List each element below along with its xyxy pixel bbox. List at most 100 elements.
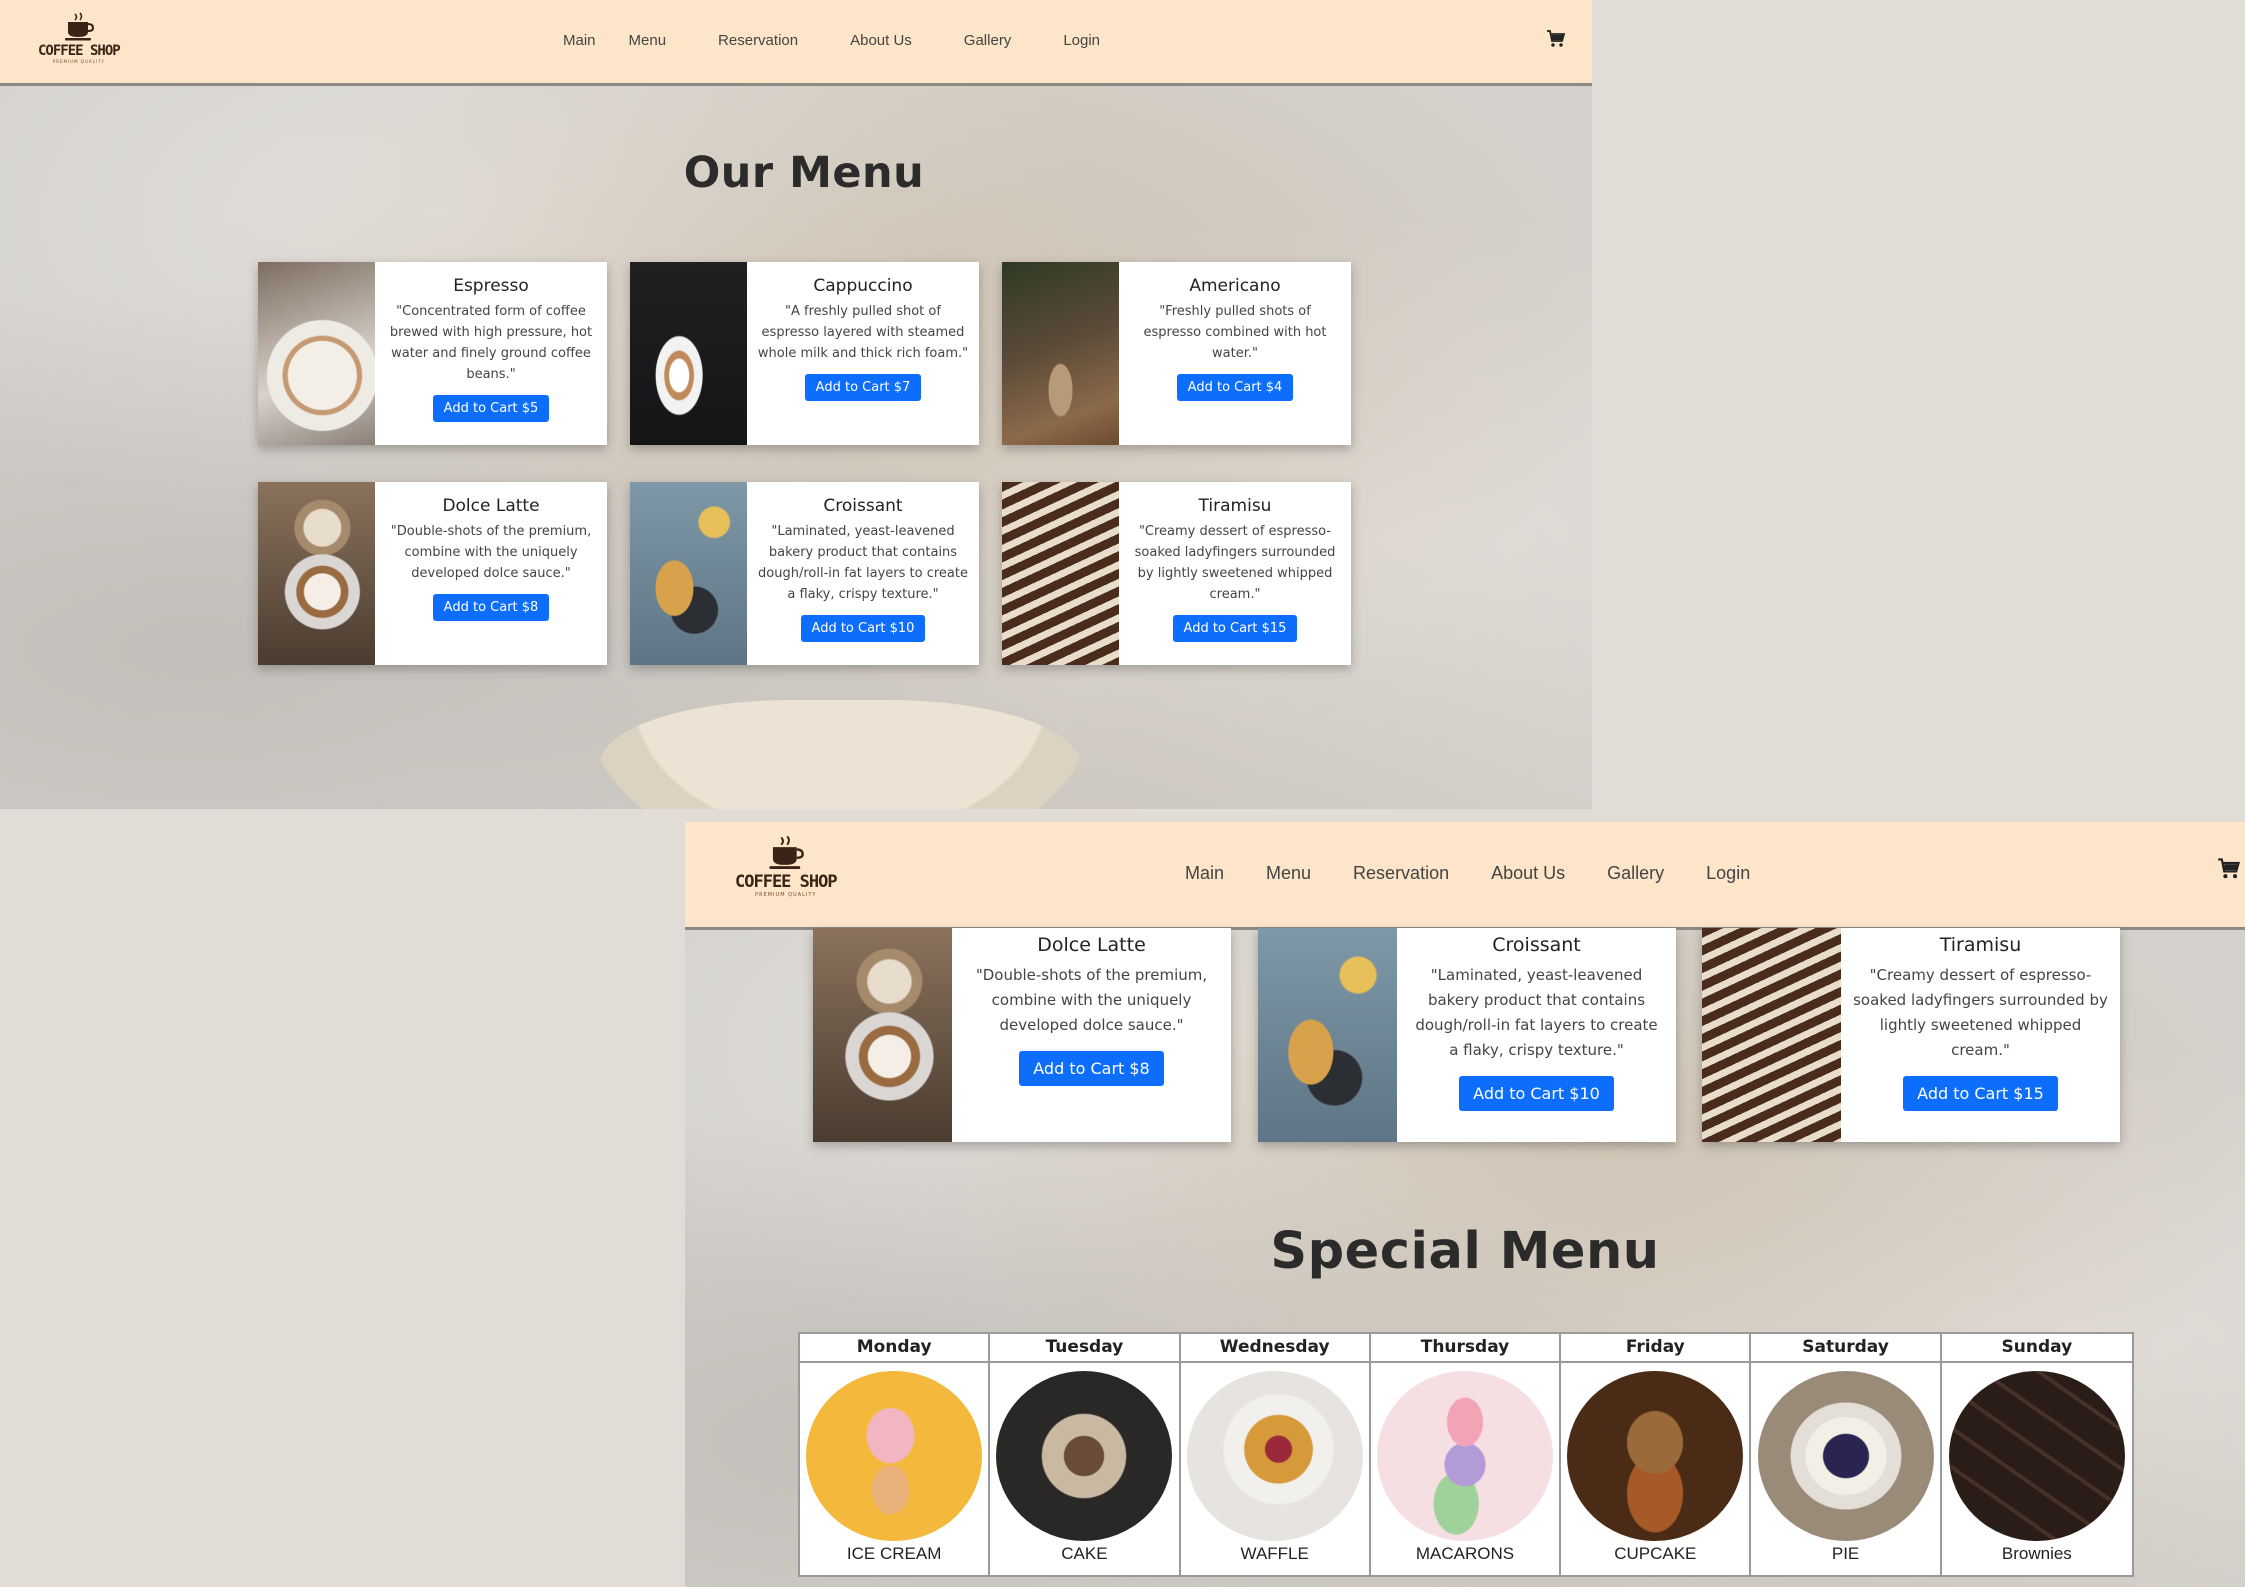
special-day-saturday: Saturday PIE: [1751, 1334, 1942, 1575]
special-item-name: ICE CREAM: [846, 1544, 942, 1563]
nav-gallery[interactable]: Gallery: [964, 32, 1012, 49]
shopping-cart-icon[interactable]: [1546, 30, 1566, 52]
card-title: Croissant: [823, 496, 903, 516]
add-to-cart-button[interactable]: Add to Cart $5: [432, 395, 550, 422]
special-item-name: Brownies: [2001, 1544, 2072, 1563]
nav-gallery[interactable]: Gallery: [1607, 863, 1664, 884]
dolce-latte-photo: [813, 928, 952, 1142]
special-day-sunday: Sunday Brownies: [1941, 1334, 2132, 1575]
add-to-cart-button[interactable]: Add to Cart $8: [432, 594, 550, 621]
our-menu-title: Our Menu: [683, 148, 925, 198]
card-description: "Concentrated form of coffee brewed with…: [389, 304, 593, 382]
cupcake-photo: [1567, 1371, 1744, 1541]
nav-login[interactable]: Login: [1706, 863, 1750, 884]
brand-name: COFFEE SHOP: [735, 872, 838, 892]
americano-photo: [1002, 262, 1119, 445]
croissant-photo: [630, 482, 747, 665]
brand-logo[interactable]: COFFEE SHOP PREMIUM QUALITY: [38, 12, 121, 64]
day-label: Tuesday: [990, 1334, 1179, 1363]
day-label: Monday: [800, 1334, 989, 1363]
nav-menu-link[interactable]: Menu: [629, 32, 667, 49]
card-title: Tiramisu: [1198, 496, 1272, 516]
add-to-cart-button[interactable]: Add to Cart $7: [804, 374, 922, 401]
nav-main[interactable]: Main: [1185, 863, 1224, 884]
special-day-monday: Monday ICE CREAM: [800, 1334, 991, 1575]
brownies-photo: [1948, 1371, 2125, 1541]
ice-cream-photo: [806, 1371, 983, 1541]
card-title: Cappuccino: [813, 276, 913, 296]
coffee-cup-icon: [63, 12, 95, 42]
nav-menu: Main Menu Reservation About Us Gallery L…: [563, 32, 1100, 49]
card-description: "Creamy dessert of espresso-soaked ladyf…: [1134, 524, 1336, 602]
brand-logo[interactable]: COFFEE SHOP PREMIUM QUALITY: [735, 835, 838, 898]
special-menu-table: Monday ICE CREAM Tuesday CAKE Wednesday …: [798, 1332, 2134, 1577]
nav-about-us[interactable]: About Us: [850, 32, 912, 49]
day-label: Thursday: [1370, 1334, 1560, 1363]
nav-about-us[interactable]: About Us: [1491, 863, 1565, 884]
brand-tagline: PREMIUM QUALITY: [52, 59, 105, 64]
card-description: "Double-shots of the premium, combine wi…: [975, 966, 1208, 1034]
card-description: "Laminated, yeast-leavened bakery produc…: [758, 524, 968, 602]
nav-menu-link[interactable]: Menu: [1266, 863, 1311, 884]
add-to-cart-button[interactable]: Add to Cart $4: [1176, 374, 1294, 401]
special-menu-title: Special Menu: [1270, 1222, 1660, 1281]
screenshot-our-menu: COFFEE SHOP PREMIUM QUALITY Main Menu Re…: [0, 0, 1592, 809]
card-title: Americano: [1189, 276, 1281, 296]
pie-photo: [1757, 1371, 1934, 1541]
menu-card-dolce-latte: Dolce Latte "Double-shots of the premium…: [258, 482, 607, 665]
special-item-name: WAFFLE: [1240, 1544, 1309, 1563]
card-title: Dolce Latte: [1037, 934, 1146, 956]
nav-menu: Main Menu Reservation About Us Gallery L…: [1185, 863, 1750, 884]
menu-card-croissant: Croissant "Laminated, yeast-leavened bak…: [1258, 928, 1676, 1142]
cake-photo: [996, 1371, 1173, 1541]
menu-card-americano: Americano "Freshly pulled shots of espre…: [1002, 262, 1351, 445]
card-description: "Laminated, yeast-leavened bakery produc…: [1415, 966, 1658, 1059]
tiramisu-photo: [1002, 482, 1119, 665]
menu-card-cappuccino: Cappuccino "A freshly pulled shot of esp…: [630, 262, 979, 445]
card-description: "A freshly pulled shot of espresso layer…: [757, 304, 969, 361]
day-label: Saturday: [1751, 1334, 1940, 1363]
cappuccino-photo: [630, 262, 747, 445]
special-day-wednesday: Wednesday WAFFLE: [1180, 1334, 1371, 1575]
macarons-photo: [1376, 1371, 1553, 1541]
special-item-name: CAKE: [1061, 1544, 1108, 1563]
card-description: "Freshly pulled shots of espresso combin…: [1143, 304, 1327, 361]
menu-card-espresso: Espresso "Concentrated form of coffee br…: [258, 262, 607, 445]
menu-card-tiramisu: Tiramisu "Creamy dessert of espresso-soa…: [1002, 482, 1351, 665]
navbar: COFFEE SHOP PREMIUM QUALITY Main Menu Re…: [0, 0, 1592, 86]
tiramisu-photo: [1702, 928, 1841, 1142]
add-to-cart-button[interactable]: Add to Cart $10: [1459, 1076, 1614, 1111]
nav-login[interactable]: Login: [1063, 32, 1100, 49]
card-title: Dolce Latte: [442, 496, 540, 516]
waffle-photo: [1186, 1371, 1363, 1541]
add-to-cart-button[interactable]: Add to Cart $10: [800, 615, 926, 642]
brand-name: COFFEE SHOP: [38, 43, 121, 59]
special-day-tuesday: Tuesday CAKE: [990, 1334, 1181, 1575]
day-label: Wednesday: [1180, 1334, 1369, 1363]
special-item-name: CUPCAKE: [1614, 1544, 1697, 1563]
add-to-cart-button[interactable]: Add to Cart $8: [1019, 1051, 1164, 1086]
card-title: Espresso: [453, 276, 529, 296]
espresso-photo: [258, 262, 375, 445]
coffee-cup-icon: [767, 835, 805, 871]
menu-card-croissant: Croissant "Laminated, yeast-leavened bak…: [630, 482, 979, 665]
card-description: "Double-shots of the premium, combine wi…: [390, 524, 592, 581]
day-label: Sunday: [1941, 1334, 2132, 1363]
nav-main[interactable]: Main: [563, 32, 596, 49]
nav-reservation[interactable]: Reservation: [718, 32, 798, 49]
navbar: COFFEE SHOP PREMIUM QUALITY Main Menu Re…: [685, 822, 2245, 930]
screenshot-special-menu: COFFEE SHOP PREMIUM QUALITY Main Menu Re…: [685, 822, 2245, 1587]
add-to-cart-button[interactable]: Add to Cart $15: [1172, 615, 1298, 642]
shopping-cart-icon[interactable]: [2217, 858, 2241, 884]
day-label: Friday: [1561, 1334, 1750, 1363]
special-day-thursday: Thursday MACARONS: [1370, 1334, 1562, 1575]
card-description: "Creamy dessert of espresso-soaked ladyf…: [1853, 966, 2108, 1059]
dolce-latte-photo: [258, 482, 375, 665]
croissant-photo: [1258, 928, 1397, 1142]
add-to-cart-button[interactable]: Add to Cart $15: [1903, 1076, 2058, 1111]
menu-card-tiramisu: Tiramisu "Creamy dessert of espresso-soa…: [1702, 928, 2120, 1142]
menu-card-dolce-latte: Dolce Latte "Double-shots of the premium…: [813, 928, 1231, 1142]
card-title: Croissant: [1492, 934, 1581, 956]
nav-reservation[interactable]: Reservation: [1353, 863, 1449, 884]
card-title: Tiramisu: [1939, 934, 2022, 956]
